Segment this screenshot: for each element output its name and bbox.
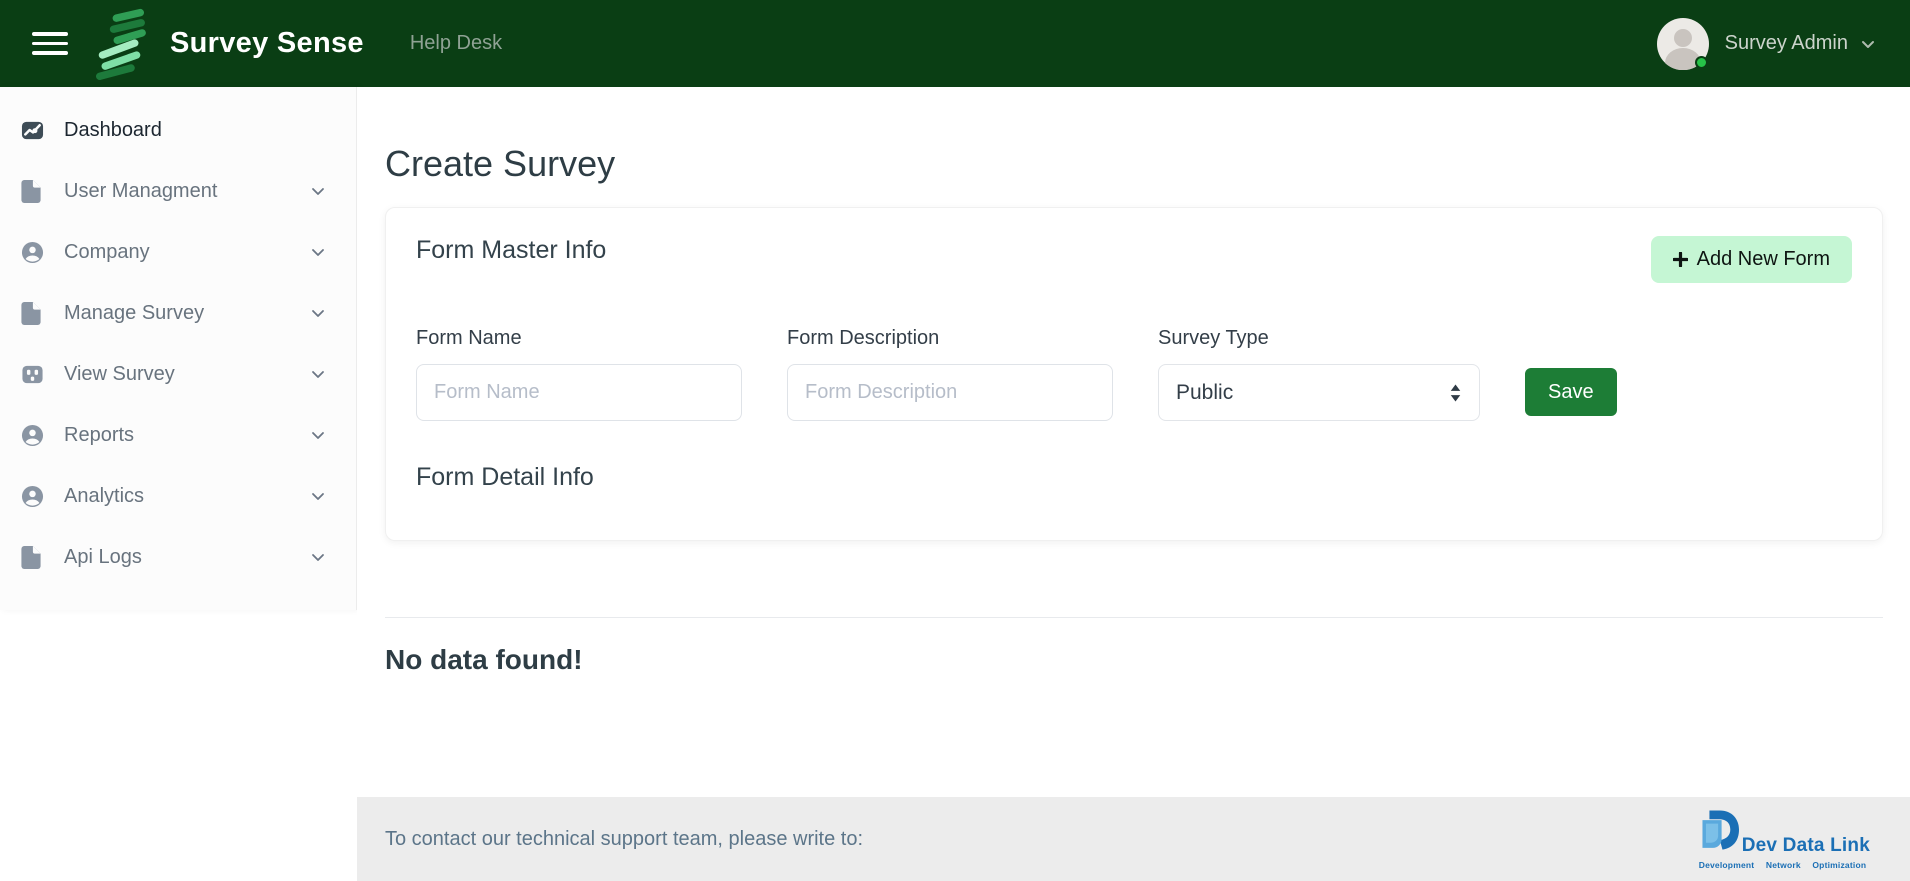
sidebar-item-label: Company	[64, 241, 150, 264]
sidebar-item-analytics[interactable]: Analytics	[0, 473, 356, 519]
sidebar-item-user-managment[interactable]: User Managment	[0, 168, 356, 214]
chevron-down-icon	[310, 305, 326, 321]
chevron-down-icon	[310, 488, 326, 504]
document-icon	[21, 180, 44, 203]
form-name-input[interactable]	[416, 364, 742, 421]
brand-logo-icon	[94, 8, 146, 80]
outlet-icon	[21, 363, 44, 386]
document-icon	[21, 546, 44, 569]
user-name: Survey Admin	[1725, 32, 1848, 55]
main-content: Create Survey Form Master Info Add New F…	[357, 87, 1910, 797]
chevron-down-icon	[310, 183, 326, 199]
chevron-down-icon	[310, 244, 326, 260]
dev-data-link-d-icon	[1699, 809, 1739, 859]
person-circle-icon	[21, 485, 44, 508]
hamburger-menu-icon[interactable]	[32, 32, 68, 55]
chevron-down-icon	[310, 427, 326, 443]
person-circle-icon	[21, 241, 44, 264]
survey-type-label: Survey Type	[1158, 327, 1480, 350]
support-text: To contact our technical support team, p…	[385, 828, 863, 851]
sidebar-item-label: View Survey	[64, 363, 175, 386]
avatar	[1657, 18, 1709, 70]
sidebar-item-company[interactable]: Company	[0, 229, 356, 275]
sidebar-item-label: User Managment	[64, 180, 217, 203]
sidebar-item-label: Manage Survey	[64, 302, 204, 325]
form-detail-info-title: Form Detail Info	[416, 463, 1852, 492]
online-status-dot	[1695, 56, 1708, 69]
dev-data-link-name: Dev Data Link	[1742, 835, 1870, 857]
person-circle-icon	[21, 424, 44, 447]
form-name-label: Form Name	[416, 327, 742, 350]
sidebar-item-label: Api Logs	[64, 546, 142, 569]
sidebar-item-label: Dashboard	[64, 119, 162, 142]
user-menu[interactable]: Survey Admin	[1657, 18, 1876, 70]
form-name-field: Form Name	[416, 327, 742, 421]
sidebar-item-reports[interactable]: Reports	[0, 412, 356, 458]
add-new-form-button[interactable]: Add New Form	[1651, 236, 1852, 283]
dashboard-chart-icon	[21, 119, 44, 142]
page-title: Create Survey	[385, 143, 1883, 185]
survey-type-select[interactable]: Public	[1158, 364, 1480, 421]
sidebar-item-manage-survey[interactable]: Manage Survey	[0, 290, 356, 336]
footer: To contact our technical support team, p…	[357, 797, 1910, 881]
dev-data-link-logo: Dev Data Link Development Network Optimi…	[1699, 809, 1870, 870]
document-icon	[21, 302, 44, 325]
survey-type-field: Survey Type Public	[1158, 327, 1480, 421]
dev-data-link-tagline: Development Network Optimization	[1699, 860, 1867, 870]
app-title: Survey Sense	[170, 27, 364, 60]
sidebar-item-label: Analytics	[64, 485, 144, 508]
sidebar-item-dashboard[interactable]: Dashboard	[0, 107, 356, 153]
chevron-down-icon	[310, 366, 326, 382]
form-description-field: Form Description	[787, 327, 1113, 421]
chevron-down-icon	[310, 549, 326, 565]
form-master-info-title: Form Master Info	[416, 236, 606, 265]
no-data-message: No data found!	[385, 644, 1883, 676]
sidebar-item-view-survey[interactable]: View Survey	[0, 351, 356, 397]
help-desk-link[interactable]: Help Desk	[410, 32, 502, 55]
plus-icon	[1673, 252, 1688, 267]
app-header: Survey Sense Help Desk Survey Admin	[0, 0, 1910, 87]
form-description-input[interactable]	[787, 364, 1113, 421]
content-divider	[385, 617, 1883, 618]
chevron-down-icon	[1860, 36, 1876, 52]
sidebar-item-api-logs[interactable]: Api Logs	[0, 534, 356, 580]
sidebar: Dashboard User Managment	[0, 87, 357, 610]
save-button[interactable]: Save	[1525, 368, 1617, 416]
create-survey-card: Form Master Info Add New Form Form Name	[385, 207, 1883, 541]
form-description-label: Form Description	[787, 327, 1113, 350]
sidebar-item-label: Reports	[64, 424, 134, 447]
